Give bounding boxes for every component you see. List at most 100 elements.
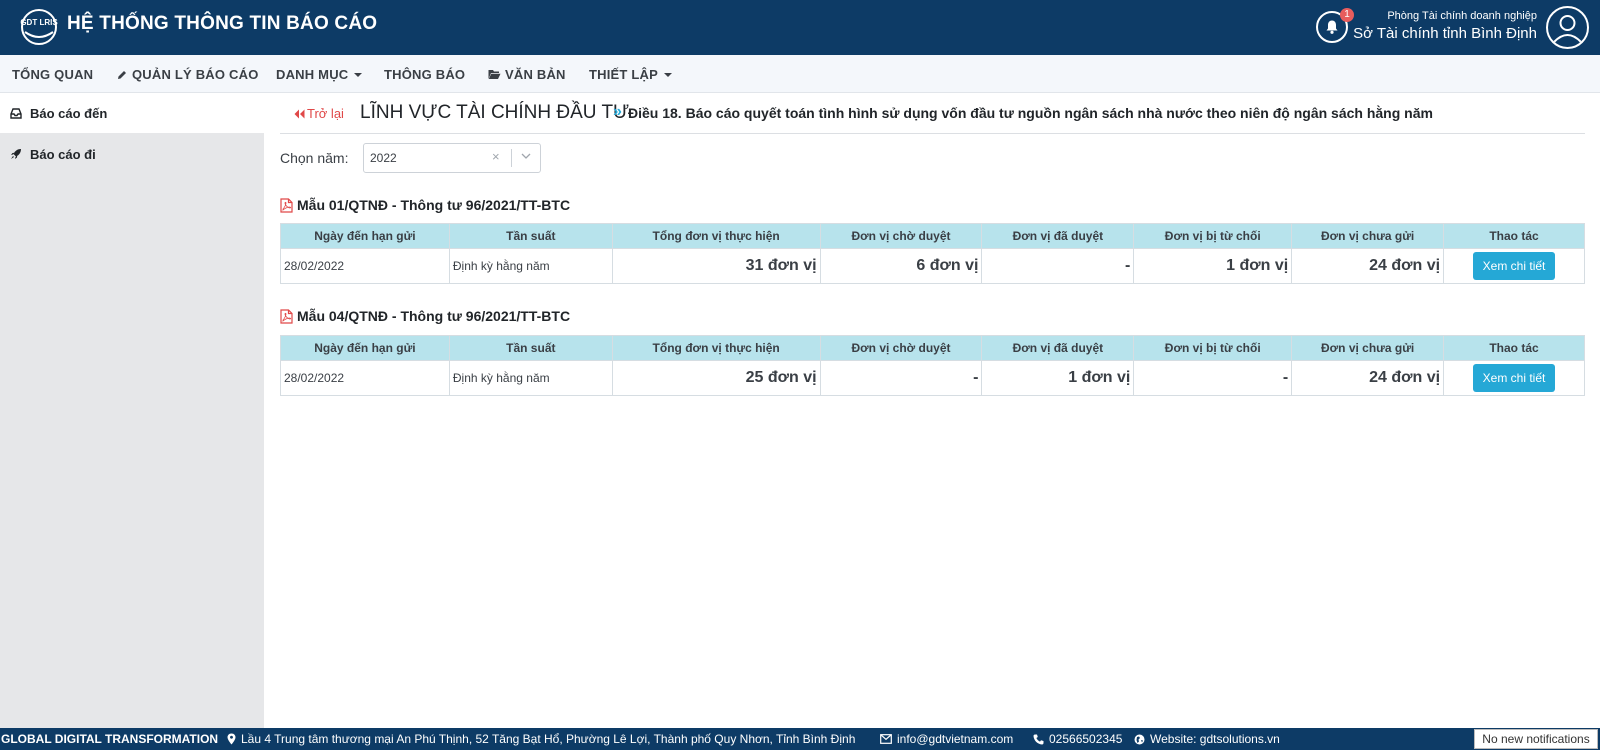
footer-phone-label: 02566502345 — [1049, 732, 1123, 746]
app-header: GDT LRIS HỆ THỐNG THÔNG TIN BÁO CÁO 1 Ph… — [0, 0, 1600, 55]
nav-catalog-label: DANH MỤC — [276, 67, 349, 82]
year-select-value: 2022 — [370, 151, 397, 165]
gdt-logo[interactable]: GDT LRIS — [20, 8, 58, 46]
notification-count-badge: 1 — [1340, 8, 1354, 22]
breadcrumb-separator: » — [613, 103, 622, 120]
back-link[interactable]: Trở lại — [294, 106, 344, 121]
cell-pending[interactable]: 6 đơn vị — [819, 248, 983, 284]
cell-total[interactable]: 31 đơn vị — [611, 248, 821, 284]
footer-address: Lầu 4 Trung tâm thương mại An Phú Thịnh,… — [227, 732, 855, 746]
sidebar-item-label: Báo cáo đi — [30, 146, 96, 162]
nav-documents[interactable]: VĂN BẢN — [488, 67, 566, 82]
col-total: Tổng đơn vị thực hiện — [611, 335, 821, 361]
footer-phone[interactable]: 02566502345 — [1033, 732, 1122, 746]
nav-overview[interactable]: TỔNG QUAN — [12, 67, 93, 82]
double-chevron-left-icon — [294, 109, 305, 118]
globe-icon — [1134, 734, 1145, 744]
table-header-row: Ngày đến hạn gửi Tần suất Tổng đơn vị th… — [280, 335, 1585, 361]
form-heading-label: Mẫu 04/QTNĐ - Thông tư 96/2021/TT-BTC — [297, 308, 571, 324]
caret-down-icon — [663, 72, 672, 77]
table-row: 28/02/2022 Định kỳ hằng năm 31 đơn vị 6 … — [280, 248, 1585, 284]
col-actions: Thao tác — [1443, 223, 1585, 249]
map-marker-icon — [227, 733, 236, 745]
user-icon — [1553, 15, 1582, 43]
form-heading-label: Mẫu 01/QTNĐ - Thông tư 96/2021/TT-BTC — [297, 197, 571, 213]
cell-actions: Xem chi tiết — [1443, 248, 1585, 284]
cell-not-sent[interactable]: 24 đơn vị — [1291, 248, 1445, 284]
col-total: Tổng đơn vị thực hiện — [611, 223, 821, 249]
footer-email[interactable]: info@gdtvietnam.com — [880, 732, 1013, 746]
main-nav: TỔNG QUAN QUẢN LÝ BÁO CÁO DANH MỤC THÔNG… — [0, 55, 1600, 93]
view-detail-button[interactable]: Xem chi tiết — [1472, 364, 1556, 392]
breadcrumb-section[interactable]: LĨNH VỰC TÀI CHÍNH ĐẦU TƯ — [360, 102, 629, 124]
nav-settings[interactable]: THIẾT LẬP — [589, 67, 672, 82]
col-approved: Đơn vị đã duyệt — [981, 223, 1135, 249]
caret-down-icon — [354, 72, 363, 77]
nav-documents-label: VĂN BẢN — [505, 67, 566, 82]
cell-frequency: Định kỳ hằng năm — [448, 360, 613, 396]
cell-rejected[interactable]: 1 đơn vị — [1133, 248, 1293, 284]
nav-report-management-label: QUẢN LÝ BÁO CÁO — [132, 67, 259, 82]
sidebar-item-outgoing-reports[interactable]: Báo cáo đi — [0, 134, 264, 174]
nav-catalog[interactable]: DANH MỤC — [276, 67, 363, 82]
col-deadline: Ngày đến hạn gửi — [280, 335, 450, 361]
user-organization: Sở Tài chính tỉnh Bình Định — [1353, 25, 1537, 42]
sidebar: Báo cáo đến Báo cáo đi — [0, 93, 264, 728]
bell-icon — [1326, 20, 1338, 34]
cell-deadline: 28/02/2022 — [280, 248, 450, 284]
nav-overview-label: TỔNG QUAN — [12, 67, 94, 82]
nav-notifications[interactable]: THÔNG BÁO — [384, 67, 465, 82]
phone-icon — [1033, 734, 1044, 744]
report-table-01: Ngày đến hạn gửi Tần suất Tổng đơn vị th… — [280, 223, 1585, 284]
folder-open-icon — [488, 70, 501, 79]
cell-deadline: 28/02/2022 — [280, 360, 450, 396]
pdf-file-icon — [280, 308, 293, 324]
cell-frequency: Định kỳ hằng năm — [448, 248, 613, 284]
sidebar-item-label: Báo cáo đến — [30, 105, 108, 121]
col-deadline: Ngày đến hạn gửi — [280, 223, 450, 249]
footer-brand: GLOBAL DIGITAL TRANSFORMATION — [1, 732, 219, 746]
notification-status-box: No new notifications — [1474, 729, 1598, 749]
back-link-label: Trở lại — [307, 106, 344, 121]
cell-not-sent[interactable]: 24 đơn vị — [1291, 360, 1445, 396]
inbox-icon — [10, 107, 22, 119]
col-pending: Đơn vị chờ duyệt — [819, 223, 983, 249]
cell-rejected: - — [1133, 360, 1293, 396]
cell-total[interactable]: 25 đơn vị — [611, 360, 821, 396]
pencil-icon — [118, 70, 126, 79]
cell-actions: Xem chi tiết — [1443, 360, 1585, 396]
col-frequency: Tần suất — [448, 223, 613, 249]
sidebar-item-incoming-reports[interactable]: Báo cáo đến — [0, 93, 264, 133]
year-filter-label: Chọn năm: — [280, 150, 349, 166]
cell-approved[interactable]: 1 đơn vị — [981, 360, 1135, 396]
form-heading-04: Mẫu 04/QTNĐ - Thông tư 96/2021/TT-BTC — [280, 308, 570, 324]
year-select[interactable]: 2022 × — [363, 143, 541, 173]
clear-icon[interactable]: × — [492, 149, 500, 164]
user-org-info[interactable]: Phòng Tài chính doanh nghiệp Sở Tài chín… — [1353, 10, 1537, 42]
pdf-file-icon — [280, 197, 293, 213]
table-header-row: Ngày đến hạn gửi Tần suất Tổng đơn vị th… — [280, 223, 1585, 249]
col-frequency: Tần suất — [448, 335, 613, 361]
footer-website[interactable]: Website: gdtsolutions.vn — [1134, 732, 1280, 746]
col-not-sent: Đơn vị chưa gửi — [1291, 223, 1445, 249]
envelope-icon — [880, 734, 892, 744]
report-table-04: Ngày đến hạn gửi Tần suất Tổng đơn vị th… — [280, 335, 1585, 396]
footer-email-label: info@gdtvietnam.com — [897, 732, 1014, 746]
nav-settings-label: THIẾT LẬP — [589, 67, 658, 82]
user-avatar[interactable] — [1546, 6, 1589, 49]
logo-text: GDT LRIS — [20, 18, 58, 27]
chevron-down-icon[interactable] — [519, 149, 533, 163]
col-not-sent: Đơn vị chưa gửi — [1291, 335, 1445, 361]
footer-website-label: Website: gdtsolutions.vn — [1150, 732, 1280, 746]
breadcrumb: Trở lại LĨNH VỰC TÀI CHÍNH ĐẦU TƯ » Điều… — [280, 102, 1585, 134]
nav-notifications-label: THÔNG BÁO — [384, 67, 466, 82]
cell-pending: - — [819, 360, 983, 396]
app-title: HỆ THỐNG THÔNG TIN BÁO CÁO — [67, 13, 378, 34]
nav-report-management[interactable]: QUẢN LÝ BÁO CÁO — [116, 67, 259, 82]
footer: GLOBAL DIGITAL TRANSFORMATION Lầu 4 Trun… — [0, 728, 1600, 750]
view-detail-button[interactable]: Xem chi tiết — [1472, 252, 1556, 280]
user-department: Phòng Tài chính doanh nghiệp — [1387, 10, 1537, 22]
select-divider — [511, 149, 512, 167]
col-rejected: Đơn vị bị từ chối — [1133, 223, 1293, 249]
page-title: Điều 18. Báo cáo quyết toán tình hình sử… — [628, 105, 1433, 121]
